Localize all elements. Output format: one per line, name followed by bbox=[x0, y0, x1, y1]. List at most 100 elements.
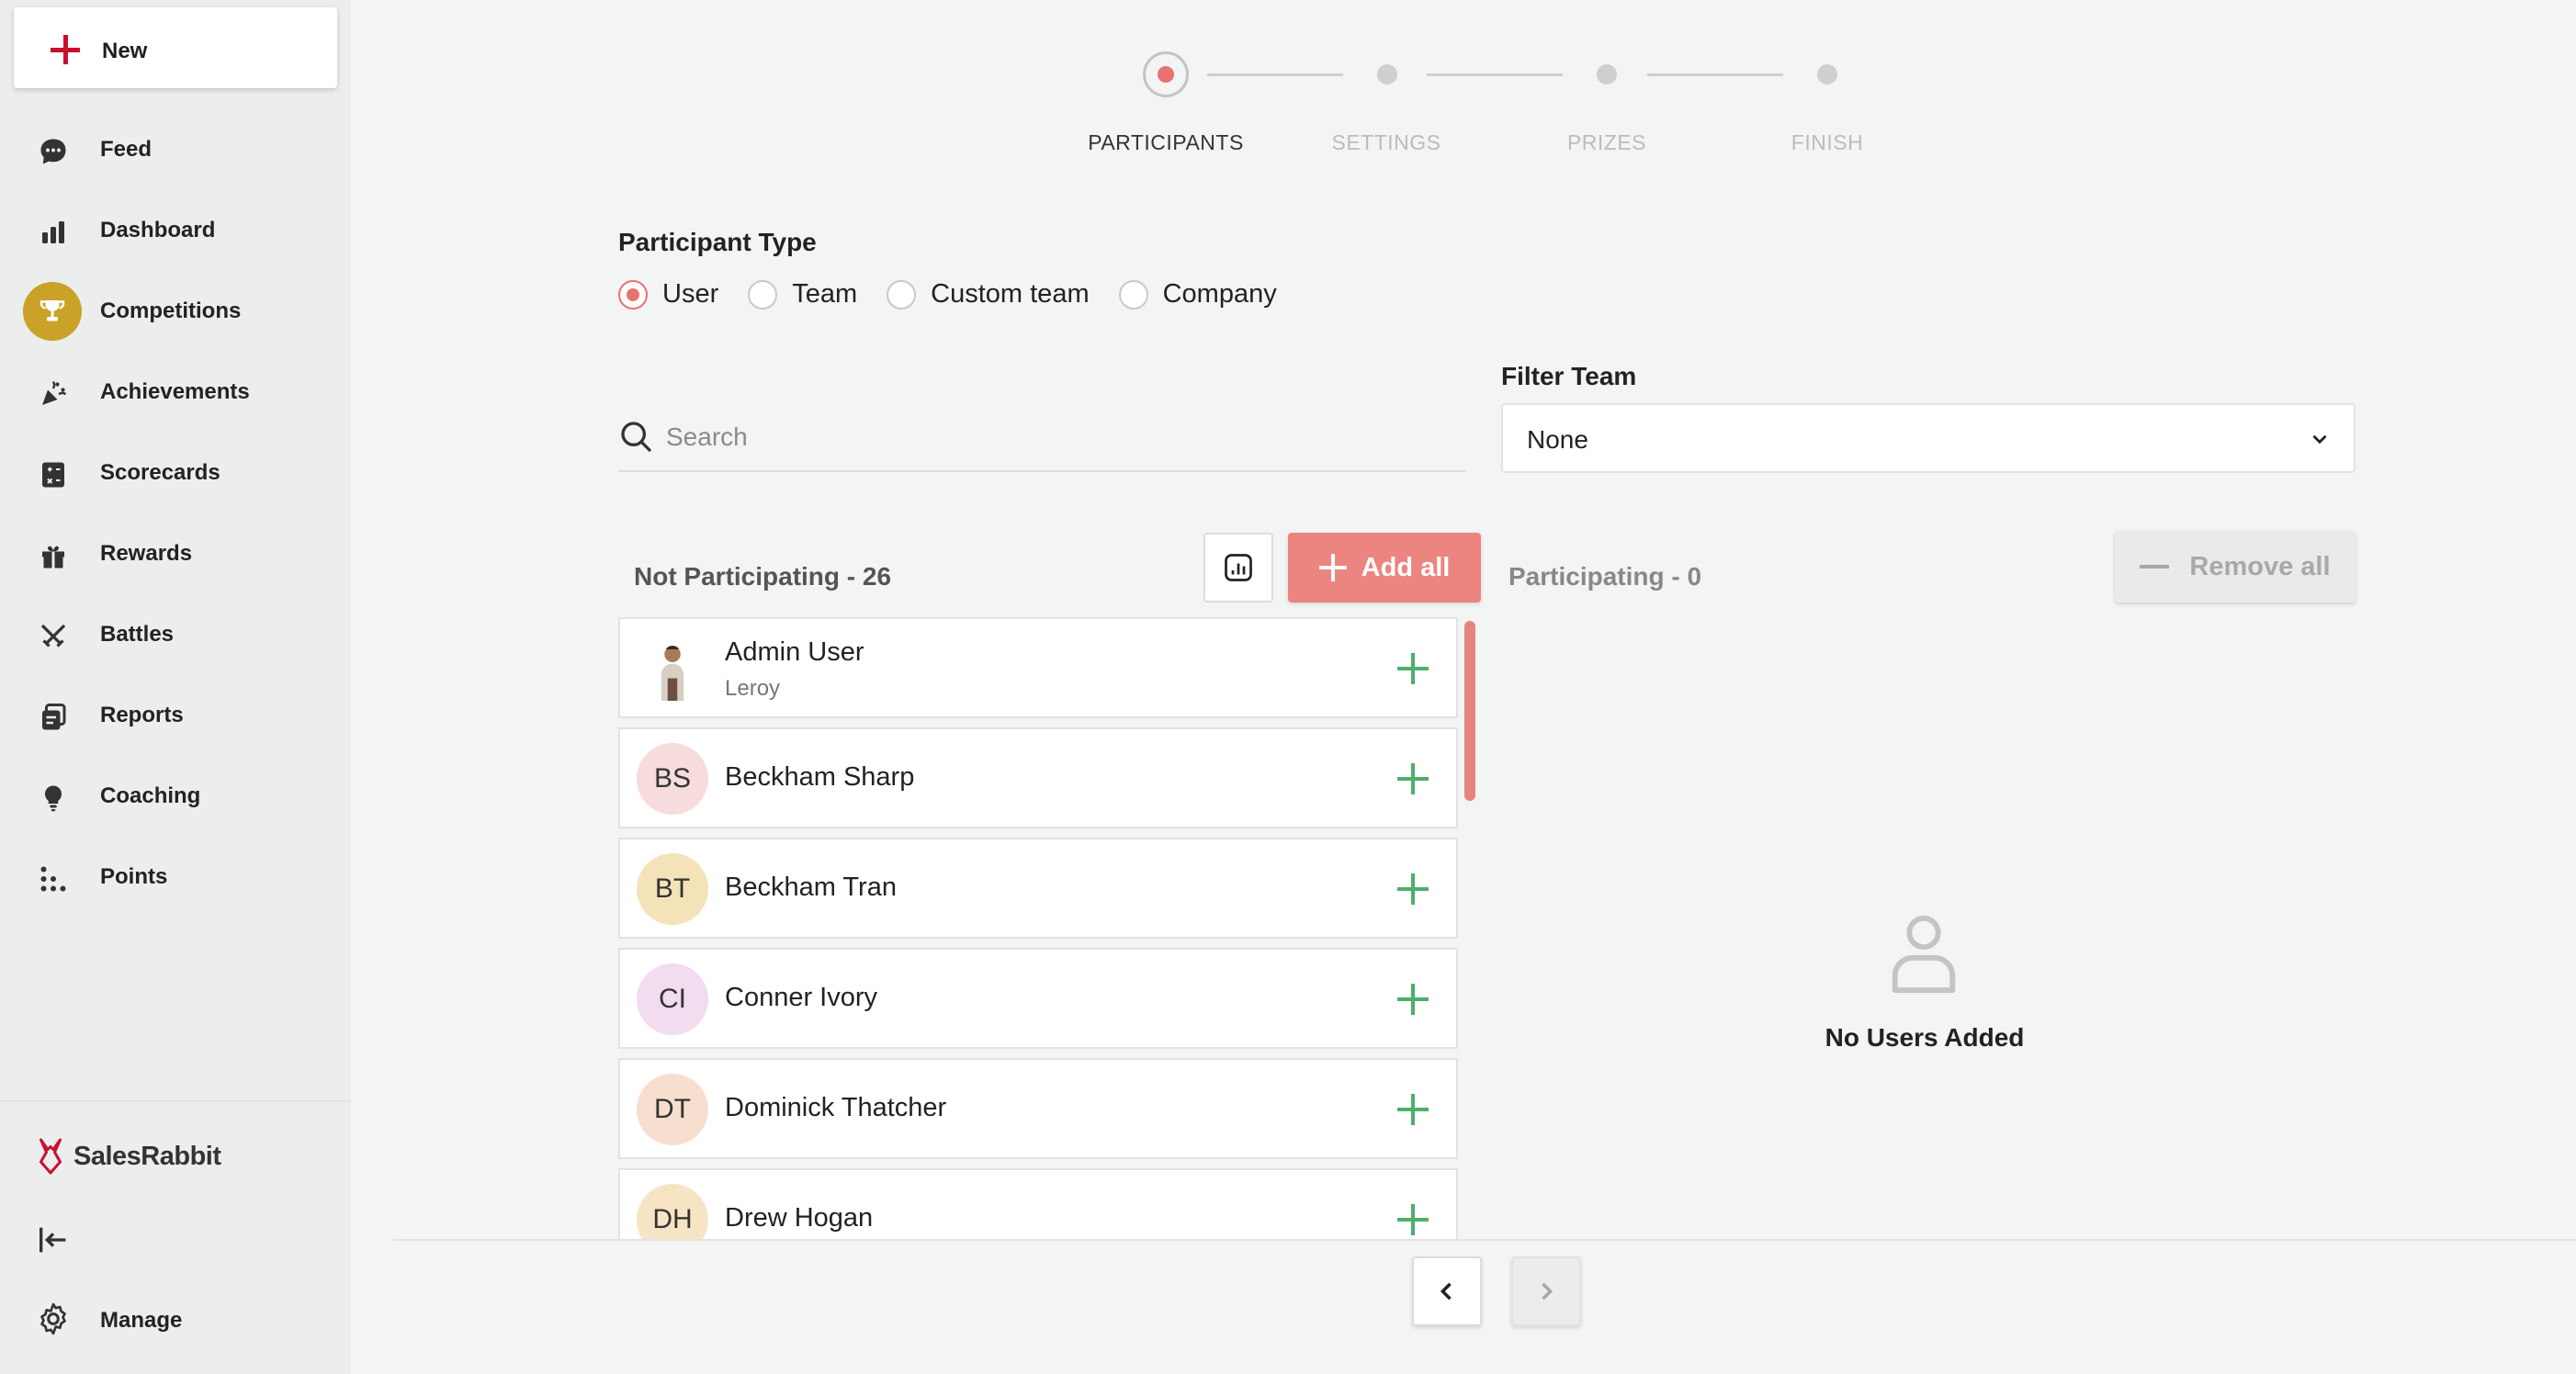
sidebar-item-label: Reports bbox=[100, 703, 184, 727]
radio-custom-team[interactable] bbox=[887, 279, 917, 310]
chevron-down-icon bbox=[2312, 434, 2327, 445]
radio-label-company[interactable]: Company bbox=[1163, 279, 1277, 310]
avatar: CI bbox=[637, 963, 708, 1035]
avatar: BT bbox=[637, 853, 708, 925]
reports-icon bbox=[24, 688, 83, 747]
step-finish-indicator bbox=[1817, 64, 1837, 84]
sidebar-item-label: Points bbox=[100, 864, 168, 889]
next-button[interactable] bbox=[1511, 1256, 1581, 1326]
sidebar-item-label: Feed bbox=[100, 137, 153, 162]
sidebar-item-label: Dashboard bbox=[100, 218, 216, 242]
sidebar-item-label: Achievements bbox=[100, 379, 250, 404]
crossed-swords-icon bbox=[24, 607, 83, 666]
user-name: Beckham Sharp bbox=[725, 762, 915, 792]
step-prizes-indicator bbox=[1597, 64, 1617, 84]
step-settings-indicator bbox=[1377, 64, 1397, 84]
user-name: Dominick Thatcher bbox=[725, 1093, 947, 1122]
add-user-icon[interactable] bbox=[1397, 1094, 1429, 1125]
add-all-label: Add all bbox=[1361, 552, 1451, 582]
radio-label-team[interactable]: Team bbox=[792, 279, 857, 310]
manage-link[interactable]: Manage bbox=[100, 1308, 182, 1334]
list-item[interactable]: Admin User Leroy bbox=[618, 617, 1458, 718]
gift-icon bbox=[24, 526, 83, 585]
radio-label-user[interactable]: User bbox=[662, 279, 718, 310]
radio-label-custom-team[interactable]: Custom team bbox=[931, 279, 1089, 310]
step-connector bbox=[1647, 73, 1783, 76]
not-participating-title: Not Participating - 26 bbox=[634, 562, 892, 591]
sidebar-item-coaching[interactable]: Coaching bbox=[0, 756, 351, 822]
avatar: BS bbox=[637, 743, 708, 815]
sidebar-item-reports[interactable]: Reports bbox=[0, 675, 351, 741]
sidebar-item-achievements[interactable]: Achievements bbox=[0, 352, 351, 418]
sidebar-item-label: Rewards bbox=[100, 541, 193, 566]
step-label-prizes: PRIZES bbox=[1566, 130, 1647, 154]
bar-chart-icon bbox=[24, 203, 83, 262]
sidebar-item-label: Scorecards bbox=[100, 460, 220, 485]
lightbulb-icon bbox=[24, 769, 83, 828]
chart-card-icon bbox=[1225, 554, 1252, 581]
sidebar-item-dashboard[interactable]: Dashboard bbox=[0, 190, 351, 256]
search-input[interactable] bbox=[666, 417, 1438, 457]
not-participating-list: Admin User Leroy BS Beckham Sharp BT Bec… bbox=[618, 615, 1463, 1240]
step-label-finish: FINISH bbox=[1791, 130, 1864, 154]
sidebar-item-points[interactable]: Points bbox=[0, 837, 351, 903]
step-label-settings: SETTINGS bbox=[1331, 130, 1441, 154]
minus-icon bbox=[2140, 565, 2170, 569]
list-item[interactable]: BS Beckham Sharp bbox=[618, 727, 1458, 828]
sidebar-item-scorecards[interactable]: Scorecards bbox=[0, 433, 351, 499]
list-scrollbar[interactable] bbox=[1464, 621, 1475, 801]
plus-icon bbox=[1318, 554, 1347, 581]
filter-team-value: None bbox=[1527, 425, 1588, 454]
list-item[interactable]: CI Conner Ivory bbox=[618, 948, 1458, 1049]
dots-icon bbox=[24, 850, 83, 908]
list-item[interactable]: DT Dominick Thatcher bbox=[618, 1058, 1458, 1159]
add-user-icon[interactable] bbox=[1397, 653, 1429, 684]
sidebar-item-feed[interactable]: Feed bbox=[0, 109, 351, 175]
gear-icon[interactable] bbox=[35, 1301, 72, 1337]
add-user-icon[interactable] bbox=[1397, 1204, 1429, 1235]
participant-type-title: Participant Type bbox=[618, 228, 817, 256]
step-label-participants: PARTICIPANTS bbox=[1088, 130, 1244, 154]
rabbit-logo-icon bbox=[40, 1138, 62, 1175]
remove-all-label: Remove all bbox=[2189, 551, 2331, 581]
filter-team-select[interactable]: None bbox=[1501, 403, 2356, 473]
step-connector bbox=[1207, 73, 1343, 76]
sidebar-item-label: Competitions bbox=[100, 298, 242, 323]
chevron-left-icon bbox=[1440, 1282, 1452, 1301]
radio-company[interactable] bbox=[1118, 279, 1148, 310]
trophy-icon bbox=[23, 282, 82, 341]
sidebar-item-rewards[interactable]: Rewards bbox=[0, 513, 351, 580]
user-subtitle: Leroy bbox=[725, 676, 781, 701]
brand-logo: SalesRabbit bbox=[37, 1137, 221, 1176]
avatar: DH bbox=[637, 1184, 708, 1240]
user-photo-icon bbox=[661, 646, 684, 701]
new-button[interactable]: New bbox=[14, 7, 337, 88]
user-name: Admin User bbox=[725, 637, 864, 667]
add-user-icon[interactable] bbox=[1397, 984, 1429, 1015]
remove-all-button[interactable]: Remove all bbox=[2115, 531, 2356, 603]
previous-button[interactable] bbox=[1412, 1256, 1482, 1326]
add-all-button[interactable]: Add all bbox=[1288, 533, 1481, 603]
radio-team[interactable] bbox=[748, 279, 778, 310]
participant-type-radio-group: User Team Custom team Company bbox=[618, 279, 1306, 310]
avatar bbox=[637, 633, 708, 704]
party-popper-icon bbox=[24, 365, 83, 423]
add-user-icon[interactable] bbox=[1397, 873, 1429, 905]
sidebar-item-competitions[interactable]: Competitions bbox=[0, 271, 351, 341]
add-user-icon[interactable] bbox=[1397, 763, 1429, 794]
radio-user[interactable] bbox=[618, 279, 648, 310]
user-name: Beckham Tran bbox=[725, 873, 897, 902]
chevron-right-icon bbox=[1542, 1282, 1554, 1301]
list-item[interactable]: BT Beckham Tran bbox=[618, 838, 1458, 939]
user-outline-icon bbox=[1892, 915, 1956, 994]
avatar: DT bbox=[637, 1074, 708, 1145]
collapse-sidebar-icon[interactable] bbox=[35, 1222, 72, 1258]
stats-button[interactable] bbox=[1203, 533, 1273, 603]
sidebar-divider bbox=[0, 1100, 351, 1102]
filter-team-title: Filter Team bbox=[1501, 362, 1637, 390]
sidebar-item-battles[interactable]: Battles bbox=[0, 594, 351, 660]
user-name: Drew Hogan bbox=[725, 1203, 874, 1233]
step-participants-indicator bbox=[1143, 51, 1189, 97]
list-item[interactable]: DH Drew Hogan bbox=[618, 1168, 1458, 1240]
user-name: Conner Ivory bbox=[725, 983, 878, 1012]
